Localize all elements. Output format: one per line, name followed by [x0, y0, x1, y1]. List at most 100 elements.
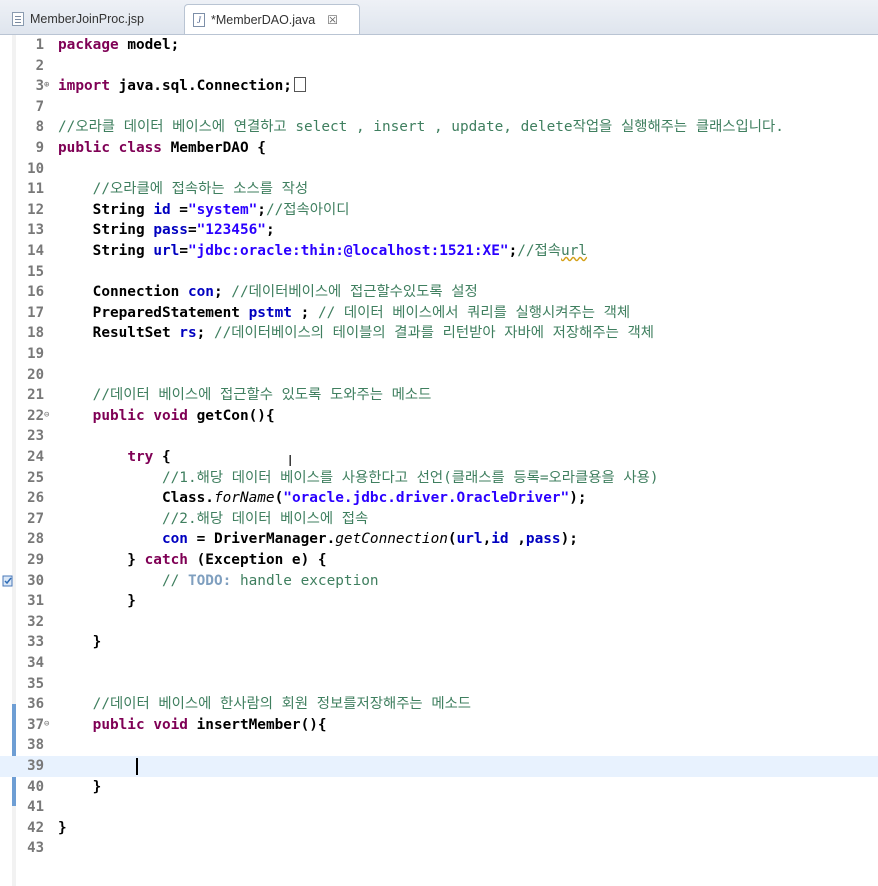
line-number: 39: [27, 758, 44, 774]
code-line[interactable]: 39: [0, 756, 878, 777]
text-caret: [136, 758, 138, 775]
close-tab-icon[interactable]: ☒: [327, 13, 338, 27]
code-line[interactable]: 14 String url="jdbc:oracle:thin:@localho…: [0, 241, 878, 262]
line-number: 7: [35, 98, 44, 115]
code-line[interactable]: 24 try {: [0, 447, 878, 468]
code-line[interactable]: 38: [0, 735, 878, 756]
code-text: }: [58, 819, 67, 836]
code-text: public void getCon(){: [92, 407, 275, 424]
code-line[interactable]: 8 //오라클 데이터 베이스에 연결하고 select , insert , u…: [0, 117, 878, 138]
line-number: 38: [27, 737, 44, 754]
code-line[interactable]: 41: [0, 797, 878, 818]
line-number: 32: [27, 613, 44, 630]
code-line[interactable]: 29 } catch (Exception e) {: [0, 550, 878, 571]
code-line[interactable]: 15: [0, 262, 878, 283]
tab-memberjoinproc-jsp[interactable]: MemberJoinProc.jsp: [4, 5, 180, 33]
code-text: //2.해당 데이터 베이스에 접속: [161, 510, 369, 527]
expand-fold-icon[interactable]: ⊕: [44, 80, 49, 90]
code-line[interactable]: 27 //2.해당 데이터 베이스에 접속: [0, 509, 878, 530]
code-text: //오라클에 접속하는 소스를 작성: [92, 181, 309, 198]
code-line[interactable]: 36 //데이터 베이스에 한사람의 회원 정보를저장해주는 메소드: [0, 694, 878, 715]
code-text: //1.해당 데이터 베이스를 사용한다고 선언(클래스를 등록=오라클용을 사…: [161, 469, 659, 486]
code-line[interactable]: 43: [0, 838, 878, 859]
code-line[interactable]: 7: [0, 97, 878, 118]
code-line[interactable]: 3 ⊕ import java.sql.Connection;: [0, 76, 878, 97]
collapse-fold-icon[interactable]: ⊖: [44, 410, 49, 420]
tab-label: *MemberDAO.java: [211, 12, 316, 27]
line-number: 43: [27, 840, 44, 857]
line-number: 22: [27, 407, 44, 424]
line-number: 20: [27, 366, 44, 383]
code-text: }: [58, 593, 136, 610]
mouse-ibeam-cursor: I: [288, 452, 293, 470]
code-text: con = DriverManager.getConnection(url,id…: [161, 531, 578, 548]
code-line[interactable]: 37 ⊖ public void insertMember(){: [0, 715, 878, 736]
code-text: //오라클 데이터 베이스에 연결하고 select , insert , up…: [58, 119, 784, 136]
folded-imports-box: [293, 77, 306, 93]
code-line[interactable]: 20: [0, 365, 878, 386]
jsp-file-icon: [12, 12, 24, 26]
code-line[interactable]: 2: [0, 56, 878, 77]
line-number: 26: [27, 490, 44, 507]
collapse-fold-icon[interactable]: ⊖: [44, 719, 49, 729]
line-number: 36: [27, 696, 44, 713]
code-text: //데이터 베이스에 접근할수 있도록 도와주는 메소드: [92, 387, 432, 404]
code-line[interactable]: 23: [0, 426, 878, 447]
line-number: 9: [35, 140, 44, 156]
code-line[interactable]: 12 String id ="system";//접속아이디: [0, 200, 878, 221]
line-number: 30: [27, 572, 44, 589]
code-line[interactable]: 21 //데이터 베이스에 접근할수 있도록 도와주는 메소드: [0, 385, 878, 406]
code-text: try {: [127, 449, 171, 465]
code-line[interactable]: 19: [0, 344, 878, 365]
line-number: 17: [27, 304, 44, 321]
code-text: ResultSet rs; //데이터베이스의 테이블의 결과를 리턴받아 자바…: [58, 325, 654, 342]
code-line[interactable]: 10: [0, 159, 878, 180]
code-line[interactable]: 11 //오라클에 접속하는 소스를 작성: [0, 179, 878, 200]
line-number: 21: [27, 387, 44, 404]
code-line[interactable]: 31 }: [0, 591, 878, 612]
line-number: 13: [27, 222, 44, 239]
code-line[interactable]: 30 // TODO: handle exception: [0, 571, 878, 592]
code-text: //데이터 베이스에 한사람의 회원 정보를저장해주는 메소드: [92, 696, 472, 713]
line-number: 40: [27, 778, 44, 795]
code-line[interactable]: 28 con = DriverManager.getConnection(url…: [0, 529, 878, 550]
tab-label: MemberJoinProc.jsp: [30, 12, 144, 26]
code-line[interactable]: 16 Connection con; //데이터베이스에 접근할수있도록 설정: [0, 282, 878, 303]
line-number: 28: [27, 531, 44, 548]
code-line[interactable]: 9 public class MemberDAO {: [0, 138, 878, 159]
line-number: 25: [27, 469, 44, 486]
code-line[interactable]: 1 package model;: [0, 35, 878, 56]
line-number: 16: [27, 284, 44, 301]
code-line[interactable]: 42}: [0, 818, 878, 839]
line-number: 23: [27, 428, 44, 445]
java-file-icon: J: [193, 12, 205, 27]
code-text: String id ="system";//접속아이디: [58, 201, 350, 218]
code-text: PreparedStatement pstmt ; // 데이터 베이스에서 쿼…: [58, 304, 631, 321]
tab-memberdao-java[interactable]: J *MemberDAO.java ☒: [184, 4, 360, 34]
line-number: 34: [27, 655, 44, 671]
task-marker-icon[interactable]: [2, 574, 14, 588]
line-number: 10: [27, 160, 44, 177]
code-line[interactable]: 40 }: [0, 777, 878, 798]
code-line[interactable]: 13 String pass="123456";: [0, 220, 878, 241]
code-line[interactable]: 22 ⊖ public void getCon(){: [0, 406, 878, 427]
code-text: }: [58, 778, 102, 795]
line-number: 35: [27, 675, 44, 692]
code-line[interactable]: 25 //1.해당 데이터 베이스를 사용한다고 선언(클래스를 등록=오라클용…: [0, 468, 878, 489]
code-text: }: [58, 634, 102, 651]
line-number: 31: [27, 593, 44, 610]
code-line[interactable]: 35: [0, 674, 878, 695]
line-number: 24: [27, 449, 44, 465]
line-number: 1: [35, 37, 44, 53]
line-number: 37: [27, 716, 44, 733]
code-line[interactable]: 33 }: [0, 632, 878, 653]
code-line[interactable]: 17 PreparedStatement pstmt ; // 데이터 베이스에…: [0, 303, 878, 324]
code-text: public void insertMember(){: [92, 716, 327, 733]
code-editor[interactable]: 1 package model; 2 3 ⊕ import java.sql.Connec…: [0, 35, 878, 886]
code-line[interactable]: 32: [0, 612, 878, 633]
code-line[interactable]: 26 Class.forName("oracle.jdbc.driver.Ora…: [0, 488, 878, 509]
code-line[interactable]: 18 ResultSet rs; //데이터베이스의 테이블의 결과를 리턴받아…: [0, 323, 878, 344]
line-number: 11: [27, 181, 44, 198]
code-text: package model;: [58, 37, 180, 53]
code-line[interactable]: 34: [0, 653, 878, 674]
